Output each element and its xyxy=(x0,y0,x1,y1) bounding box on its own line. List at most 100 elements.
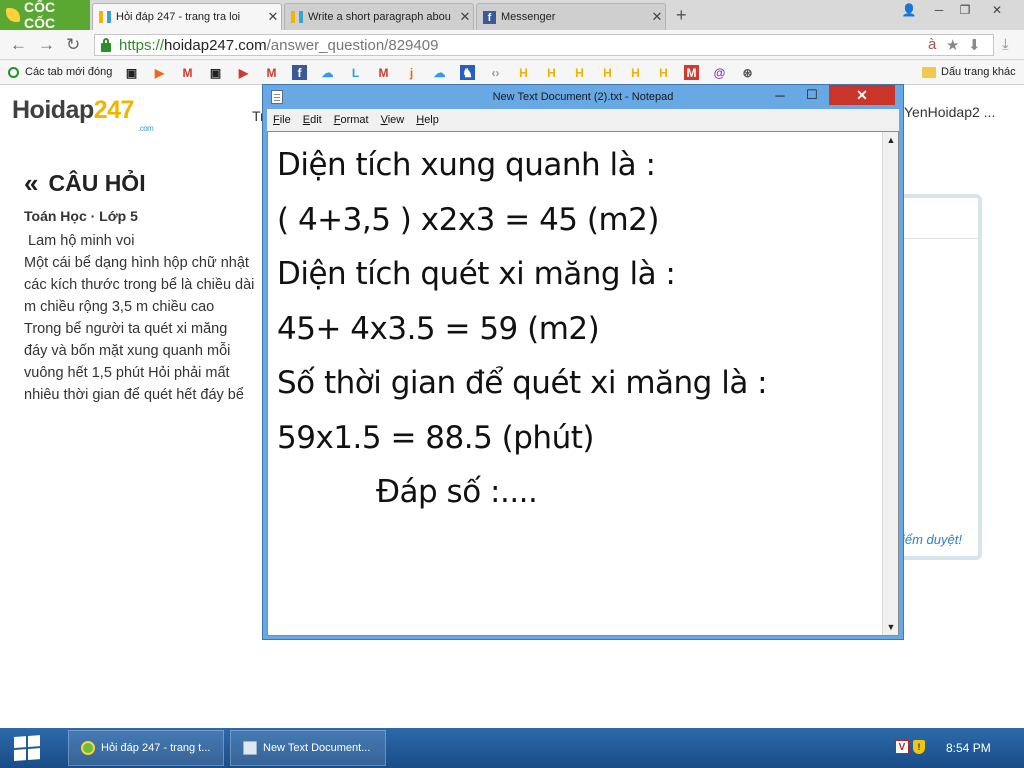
user-name-link[interactable]: YenHoidap2 ... xyxy=(904,104,995,120)
facebook-favicon-icon: f xyxy=(483,10,496,24)
tv-icon[interactable]: ▣ xyxy=(124,65,139,80)
coccoc-leaf-icon xyxy=(6,8,20,22)
vertical-scrollbar[interactable]: ▲ ▼ xyxy=(882,132,898,635)
notepad-title-bar[interactable]: New Text Document (2).txt - Notepad ─ ☐ … xyxy=(263,85,903,109)
code-icon[interactable]: ‹› xyxy=(488,65,503,80)
gmail-icon[interactable]: M xyxy=(376,65,391,80)
downloads-icon[interactable]: ⤓ xyxy=(1002,36,1009,53)
j-icon[interactable]: j xyxy=(404,65,419,80)
close-icon[interactable]: ✕ xyxy=(265,9,281,25)
text-line: 45+ 4x3.5 = 59 (m2) xyxy=(277,310,600,347)
site-logo[interactable]: Hoidap247 .com xyxy=(12,96,154,133)
youtube-icon[interactable]: ▶ xyxy=(236,65,251,80)
question-line: nhiêu thời gian để quét hết đáy bể xyxy=(24,387,244,403)
text-line: 59x1.5 = 88.5 (phút) xyxy=(277,419,594,456)
clock[interactable]: 8:54 PM xyxy=(946,741,991,755)
text-line: Đáp số :.... xyxy=(376,474,538,510)
mail-icon[interactable]: M xyxy=(684,65,699,80)
gmail-icon[interactable]: M xyxy=(264,65,279,80)
tab-label: Messenger xyxy=(501,11,556,23)
scroll-down-icon[interactable]: ▼ xyxy=(883,619,898,635)
menu-view[interactable]: View xyxy=(381,114,405,126)
text-line: ( 4+3,5 ) x2x3 = 45 (m2) xyxy=(277,201,659,238)
close-icon[interactable]: ✕ xyxy=(457,9,473,25)
address-bar[interactable]: https:// hoidap247.com /answer_question/… xyxy=(94,34,994,56)
hoidap-icon[interactable]: H xyxy=(516,65,531,80)
tab-messenger[interactable]: f Messenger ✕ xyxy=(476,3,666,30)
question-body: Lam hộ minh voi Một cái bể dạng hình hộp… xyxy=(24,230,269,406)
facebook-icon[interactable]: f xyxy=(292,65,307,80)
menu-help[interactable]: Help xyxy=(416,114,439,126)
minimize-button[interactable]: ─ xyxy=(765,85,795,105)
hoidap-icon[interactable]: H xyxy=(572,65,587,80)
close-button[interactable]: ✕ xyxy=(829,85,895,105)
text-line: Diện tích xung quanh là : xyxy=(277,147,656,183)
other-bookmarks[interactable]: Dấu trang khác xyxy=(922,66,1016,78)
bookmarks-bar: Các tab mới đóng ▣ ▶ M ▣ ▶ M f ☁ L M j ☁… xyxy=(0,60,1024,85)
star-icon[interactable]: ★ xyxy=(946,36,959,54)
question-meta[interactable]: Toán Học · Lớp 5 xyxy=(24,208,138,224)
notepad-icon xyxy=(243,741,257,755)
section-title: « CÂU HỎI xyxy=(24,168,146,199)
taskbar-item-label: Hỏi đáp 247 - trang t... xyxy=(101,742,211,754)
back-arrow-icon[interactable]: ← xyxy=(10,35,27,55)
taskbar-item-label: New Text Document... xyxy=(263,742,371,754)
tv-icon[interactable]: ▣ xyxy=(208,65,223,80)
coccoc-icon xyxy=(81,741,95,755)
url-host: hoidap247.com xyxy=(164,36,267,54)
play-icon[interactable]: ▶ xyxy=(152,65,167,80)
hoidap-icon[interactable]: H xyxy=(544,65,559,80)
question-line: Trong bể người ta quét xi măng xyxy=(24,321,228,337)
text-line: Số thời gian để quét xi măng là : xyxy=(277,365,768,401)
menu-edit[interactable]: Edit xyxy=(303,114,322,126)
coccoc-logo[interactable]: CỐC CỐC xyxy=(0,0,90,31)
browser-toolbar: ← → ↻ https:// hoidap247.com /answer_que… xyxy=(0,30,1024,60)
hoidap-favicon-icon xyxy=(291,11,303,23)
vietkey-tray-icon[interactable]: V xyxy=(895,740,909,754)
reload-icon[interactable]: ↻ xyxy=(66,35,80,55)
windows-start-icon[interactable] xyxy=(14,735,42,761)
app-icon[interactable]: ♞ xyxy=(460,65,475,80)
forward-arrow-icon[interactable]: → xyxy=(38,35,55,55)
notepad-window: New Text Document (2).txt - Notepad ─ ☐ … xyxy=(262,84,904,640)
user-profile-icon[interactable]: 👤 xyxy=(896,0,922,20)
l-icon[interactable]: L xyxy=(348,65,363,80)
panel-divider xyxy=(898,238,978,239)
download-savior-icon[interactable]: ⬇ xyxy=(968,36,981,54)
double-chevron-left-icon[interactable]: « xyxy=(24,168,38,199)
question-line: vuông hết 1,5 phút Hỏi phải mất xyxy=(24,365,230,381)
maximize-button[interactable]: ❐ xyxy=(952,0,978,20)
text-line: Diện tích quét xi măng là : xyxy=(277,256,676,292)
scroll-up-icon[interactable]: ▲ xyxy=(883,132,898,148)
shield-tray-icon[interactable]: ! xyxy=(913,740,925,754)
close-icon[interactable]: ✕ xyxy=(649,9,665,25)
menu-format[interactable]: Format xyxy=(334,114,369,126)
hoidap-icon[interactable]: H xyxy=(600,65,615,80)
tab-hoidap[interactable]: Hỏi đáp 247 - trang tra loi ✕ xyxy=(92,3,282,30)
aperture-icon[interactable]: ⊛ xyxy=(740,65,755,80)
hoidap-icon[interactable]: H xyxy=(656,65,671,80)
taskbar-item-browser[interactable]: Hỏi đáp 247 - trang t... xyxy=(68,730,224,766)
translate-icon[interactable]: à xyxy=(928,36,936,53)
maximize-button[interactable]: ☐ xyxy=(797,85,827,105)
question-line: m chiều rộng 3,5 m chiều cao xyxy=(24,299,215,315)
new-tab-button[interactable]: + xyxy=(676,5,687,26)
other-bookmarks-label: Dấu trang khác xyxy=(941,66,1016,78)
tab-write-paragraph[interactable]: Write a short paragraph abou ✕ xyxy=(284,3,474,30)
close-window-button[interactable]: ✕ xyxy=(984,0,1010,20)
menu-file[interactable]: File xyxy=(273,114,291,126)
question-line: đáy và bốn mặt xung quanh mỗi xyxy=(24,343,231,359)
at-icon[interactable]: @ xyxy=(712,65,727,80)
recently-closed-tabs[interactable]: Các tab mới đóng xyxy=(8,66,112,78)
cloud-icon[interactable]: ☁ xyxy=(432,65,447,80)
gmail-icon[interactable]: M xyxy=(180,65,195,80)
recently-closed-label: Các tab mới đóng xyxy=(25,66,113,78)
minimize-button[interactable]: ─ xyxy=(926,0,952,20)
tab-label: Hỏi đáp 247 - trang tra loi xyxy=(116,11,241,23)
review-status: iểm duyệt! xyxy=(902,532,962,547)
taskbar-item-notepad[interactable]: New Text Document... xyxy=(230,730,386,766)
logo-main-text: Hoidap xyxy=(12,96,94,124)
cloud-icon[interactable]: ☁ xyxy=(320,65,335,80)
notepad-text-area[interactable]: Diện tích xung quanh là : ( 4+3,5 ) x2x3… xyxy=(267,131,899,636)
hoidap-icon[interactable]: H xyxy=(628,65,643,80)
